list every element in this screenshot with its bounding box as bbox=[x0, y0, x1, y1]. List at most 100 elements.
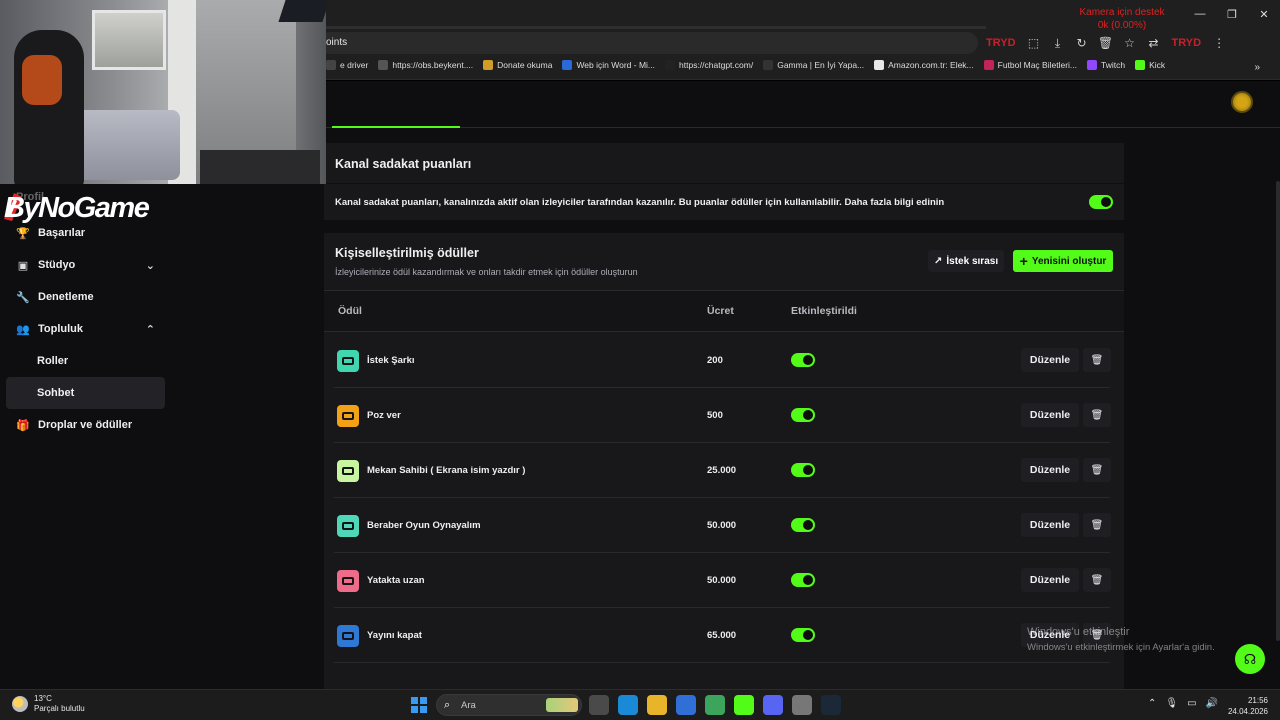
network-icon[interactable]: ▭ bbox=[1187, 698, 1196, 709]
volume-icon[interactable]: 🔊 bbox=[1206, 698, 1218, 709]
start-icon[interactable] bbox=[411, 697, 427, 713]
url-field[interactable]: oints bbox=[318, 32, 978, 54]
reward-cost: 50.000 bbox=[707, 520, 737, 531]
sidebar-item-topluluk[interactable]: 👥 Topluluk ⌃ bbox=[6, 313, 165, 345]
request-queue-button[interactable]: ↗ İstek sırası bbox=[928, 250, 1005, 272]
bookmark-item[interactable]: Futbol Maç Biletleri... bbox=[983, 60, 1077, 70]
delete-icon[interactable]: 🗑 bbox=[1083, 348, 1111, 372]
edge-icon[interactable] bbox=[618, 695, 638, 715]
edit-reward-button[interactable]: Düzenle bbox=[1021, 568, 1079, 592]
edit-reward-button[interactable]: Düzenle bbox=[1021, 348, 1079, 372]
chevron-icon[interactable]: ⌃ bbox=[146, 323, 155, 336]
reward-enabled-toggle[interactable] bbox=[791, 628, 815, 642]
bookmark-item[interactable]: Web için Word - Mi... bbox=[562, 60, 655, 70]
column-cost: Ücret bbox=[707, 305, 734, 317]
kick-app-icon[interactable] bbox=[734, 695, 754, 715]
folder-icon[interactable] bbox=[647, 695, 667, 715]
bookmark-item[interactable]: Amazon.com.tr: Elek... bbox=[874, 60, 974, 70]
translate-icon[interactable]: ⇄ bbox=[1144, 34, 1164, 52]
loyalty-description: Kanal sadakat puanları, kanalınızda akti… bbox=[335, 197, 945, 208]
tray-overflow-icon[interactable]: ⌃ bbox=[1148, 698, 1156, 709]
custom-rewards-panel: Kişiselleştirilmiş ödüller İzleyicilerin… bbox=[324, 233, 1124, 693]
mail-icon[interactable] bbox=[676, 695, 696, 715]
chevron-icon[interactable]: ⌄ bbox=[146, 259, 155, 272]
loyalty-body: Kanal sadakat puanları, kanalınızda akti… bbox=[324, 184, 1124, 220]
bookmark-label: Gamma | En İyi Yapa... bbox=[777, 60, 865, 70]
close-icon[interactable]: ✕ bbox=[1248, 0, 1280, 28]
url-text: oints bbox=[326, 37, 348, 48]
taskbar-clock[interactable]: 21:56 24.04.2026 bbox=[1226, 695, 1268, 717]
steam-icon[interactable] bbox=[821, 695, 841, 715]
bookmark-label: Donate okuma bbox=[497, 60, 553, 70]
delete-icon[interactable]: 🗑 bbox=[1083, 403, 1111, 427]
bookmark-label: https://obs.beykent.... bbox=[392, 60, 474, 70]
taskbar-search[interactable]: ⌕ Ara bbox=[436, 694, 582, 716]
history-icon[interactable]: ↻ bbox=[1072, 34, 1092, 52]
column-reward: Ödül bbox=[338, 305, 362, 317]
reward-enabled-toggle[interactable] bbox=[791, 573, 815, 587]
page-scrollbar[interactable] bbox=[1276, 181, 1280, 641]
bookmarks-more-icon[interactable]: » bbox=[1254, 62, 1260, 73]
maximize-icon[interactable]: ❐ bbox=[1216, 0, 1248, 28]
create-reward-button[interactable]: + Yenisini oluştur bbox=[1013, 250, 1113, 272]
weather-widget[interactable]: 13°C Parçalı bulutlu bbox=[12, 694, 85, 714]
clock-date: 24.04.2026 bbox=[1227, 707, 1268, 716]
sidebar-item-sohbet[interactable]: Sohbet bbox=[6, 377, 165, 409]
bookmark-item[interactable]: Kick bbox=[1135, 60, 1165, 70]
ticket-icon bbox=[983, 60, 994, 70]
delete-icon[interactable]: 🗑 bbox=[1083, 568, 1111, 592]
delete-icon[interactable]: 🗑 bbox=[1083, 513, 1111, 537]
extensions-icon[interactable]: ⬚ bbox=[1024, 34, 1044, 52]
loyalty-toggle[interactable] bbox=[1089, 195, 1113, 209]
browser-toolbar: TRYD ⬚ ⤓ ↻ 🗑 ☆ ⇄ TRYD ⋮ bbox=[982, 34, 1229, 52]
download-icon[interactable]: ⤓ bbox=[1048, 34, 1068, 52]
support-chat-icon[interactable]: ☊ bbox=[1235, 644, 1265, 674]
file-explorer-icon[interactable] bbox=[589, 695, 609, 715]
rewards-title: Kişiselleştirilmiş ödüller bbox=[335, 246, 479, 260]
delete-icon[interactable]: 🗑 bbox=[1083, 458, 1111, 482]
bookmark-icon bbox=[326, 60, 336, 70]
sidebar-item-droplar-ve-ödüller[interactable]: 🎁 Droplar ve ödüller bbox=[6, 409, 165, 441]
bookmark-item[interactable]: https://chatgpt.com/ bbox=[665, 60, 753, 70]
star-icon[interactable]: ☆ bbox=[1120, 34, 1140, 52]
reward-row: Yayını kapat 65.000 Düzenle 🗑 bbox=[324, 608, 1124, 663]
menu-icon[interactable]: ⋮ bbox=[1209, 34, 1229, 52]
bookmark-item[interactable]: e driver bbox=[326, 60, 368, 70]
active-tab-indicator bbox=[332, 126, 460, 128]
activation-subtitle: Windows'u etkinleştirmek için Ayarlar'a … bbox=[1027, 642, 1215, 653]
rewards-subtitle: İzleyicilerinize ödül kazandırmak ve onl… bbox=[335, 267, 638, 277]
reward-name: Poz ver bbox=[367, 410, 401, 421]
sidebar-item-roller[interactable]: Roller bbox=[6, 345, 165, 377]
app-icon[interactable] bbox=[792, 695, 812, 715]
sidebar-item-label: Sohbet bbox=[37, 387, 75, 399]
extension-tryd-left[interactable]: TRYD bbox=[986, 37, 1016, 49]
sidebar-item-stüdyo[interactable]: ▣ Stüdyo ⌄ bbox=[6, 249, 165, 281]
sidebar-item-denetleme[interactable]: 🔧 Denetleme bbox=[6, 281, 165, 313]
reward-enabled-toggle[interactable] bbox=[791, 518, 815, 532]
reward-enabled-toggle[interactable] bbox=[791, 353, 815, 367]
microphone-icon[interactable]: 🎙 bbox=[1165, 698, 1178, 709]
reward-enabled-toggle[interactable] bbox=[791, 408, 815, 422]
sidebar-item-label: Stüdyo bbox=[38, 259, 76, 271]
reward-row: Yatakta uzan 50.000 Düzenle 🗑 bbox=[324, 553, 1124, 608]
studio-icon: ▣ bbox=[17, 259, 29, 272]
reward-enabled-toggle[interactable] bbox=[791, 463, 815, 477]
reward-row: İstek Şarkı 200 Düzenle 🗑 bbox=[324, 333, 1124, 388]
edit-reward-button[interactable]: Düzenle bbox=[1021, 403, 1079, 427]
loyalty-title: Kanal sadakat puanları bbox=[335, 157, 472, 171]
coin-icon[interactable] bbox=[1231, 91, 1253, 113]
trash-icon[interactable]: 🗑 bbox=[1096, 34, 1116, 52]
edit-reward-button[interactable]: Düzenle bbox=[1021, 513, 1079, 537]
activation-title: Windows'u etkinleştir bbox=[1027, 626, 1130, 638]
bookmark-item[interactable]: Donate okuma bbox=[483, 60, 552, 70]
bookmark-item[interactable]: https://obs.beykent.... bbox=[378, 60, 473, 70]
chrome-icon[interactable] bbox=[705, 695, 725, 715]
edit-reward-button[interactable]: Düzenle bbox=[1021, 458, 1079, 482]
discord-icon[interactable] bbox=[763, 695, 783, 715]
minimize-icon[interactable]: — bbox=[1184, 0, 1216, 28]
extension-tryd-right[interactable]: TRYD bbox=[1172, 37, 1202, 49]
bookmark-item[interactable]: Gamma | En İyi Yapa... bbox=[763, 60, 864, 70]
bookmark-item[interactable]: Twitch bbox=[1087, 60, 1125, 70]
search-placeholder: Ara bbox=[461, 700, 476, 711]
clock-time: 21:56 bbox=[1247, 696, 1268, 705]
